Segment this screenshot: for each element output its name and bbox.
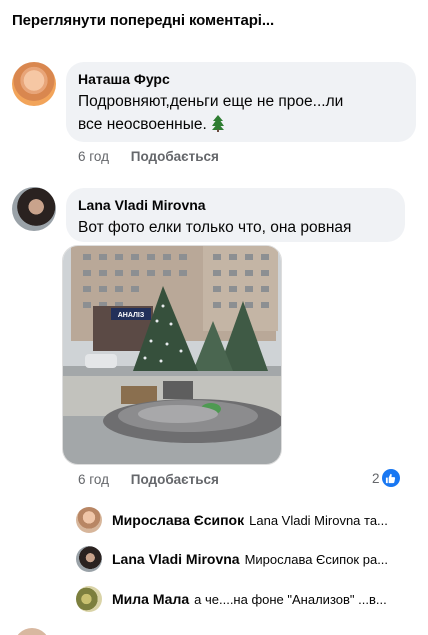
comment-meta: 6 год Подобається xyxy=(78,149,219,164)
comment-author[interactable]: Наташа Фурс xyxy=(78,70,404,88)
avatar[interactable] xyxy=(76,586,102,612)
reply-preview: Lana Vladi Mirovna та... xyxy=(249,512,388,528)
reply-preview: Мирослава Єсипок ра... xyxy=(244,551,389,567)
reply-author[interactable]: Мирослава Єсипок xyxy=(112,512,244,528)
comment-time[interactable]: 6 год xyxy=(78,149,109,164)
comment-bubble: Lana Vladi Mirovna Вот фото елки только … xyxy=(66,188,405,242)
christmas-tree-icon xyxy=(212,115,225,132)
reaction-count: 2 xyxy=(372,470,380,486)
reply-row[interactable]: Lana Vladi Mirovna Мирослава Єсипок ра..… xyxy=(76,545,416,573)
christmas-tree-photo: АНАЛІЗ xyxy=(63,246,281,464)
avatar[interactable] xyxy=(12,62,56,106)
reaction-summary[interactable]: 2 xyxy=(372,469,400,487)
comment-author[interactable]: Lana Vladi Mirovna xyxy=(78,196,393,214)
comment-meta: 6 год Подобається xyxy=(78,472,219,487)
thumbs-up-icon xyxy=(381,469,400,487)
reply-row[interactable]: Мирослава Єсипок Lana Vladi Mirovna та..… xyxy=(76,506,416,534)
comment-text-line2: все неосвоенные. xyxy=(78,116,207,133)
avatar[interactable] xyxy=(76,507,102,533)
reply-row[interactable]: Мила Мала а че....на фоне "Анализов" ...… xyxy=(76,585,416,613)
comment-time[interactable]: 6 год xyxy=(78,472,109,487)
avatar[interactable] xyxy=(14,628,50,635)
comment-photo[interactable]: АНАЛІЗ xyxy=(62,245,282,465)
avatar[interactable] xyxy=(76,546,102,572)
reply-author[interactable]: Lana Vladi Mirovna xyxy=(112,551,240,567)
comment-text: Подровняют,деньги еще не прое...ли все н… xyxy=(78,90,404,136)
shop-sign: АНАЛІЗ xyxy=(118,312,145,319)
view-previous-comments-link[interactable]: Переглянути попередні коментарі... xyxy=(12,12,274,29)
reply-author[interactable]: Мила Мала xyxy=(112,591,189,607)
avatar[interactable] xyxy=(12,187,56,231)
comment-text: Вот фото елки только что, она ровная xyxy=(78,219,352,236)
like-button[interactable]: Подобається xyxy=(131,149,219,164)
reply-preview: а че....на фоне "Анализов" ...в... xyxy=(194,591,387,607)
like-button[interactable]: Подобається xyxy=(131,472,219,487)
comment-bubble: Наташа Фурс Подровняют,деньги еще не про… xyxy=(66,62,416,142)
comment-text-line1: Подровняют,деньги еще не прое...ли xyxy=(78,93,344,110)
